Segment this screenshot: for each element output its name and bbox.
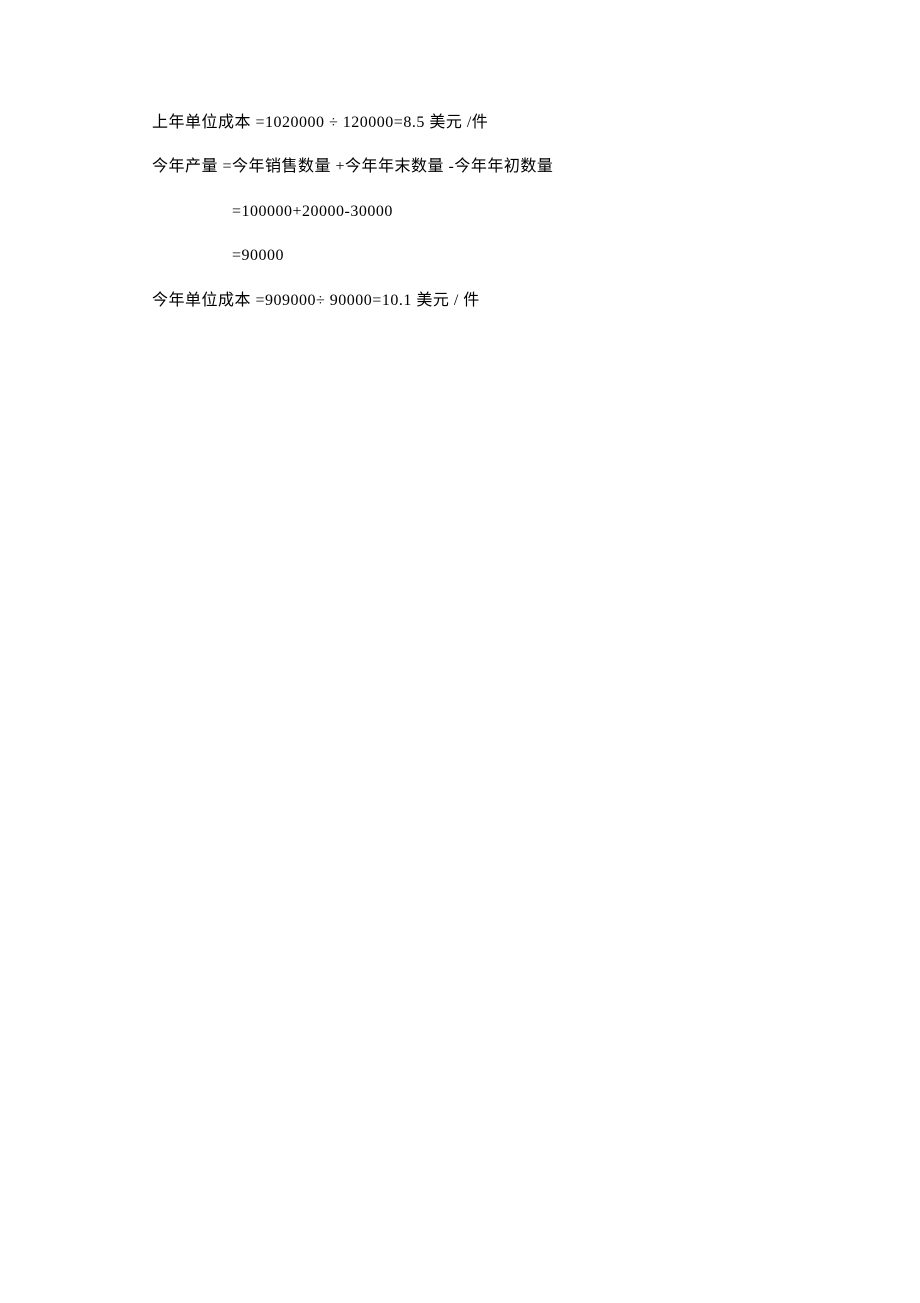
text-line-5: 今年单位成本 =909000÷ 90000=10.1 美元 / 件: [152, 290, 820, 312]
text-line-1: 上年单位成本 =1020000 ÷ 120000=8.5 美元 /件: [152, 112, 820, 134]
text-line-4: =90000: [152, 245, 820, 267]
document-page: 上年单位成本 =1020000 ÷ 120000=8.5 美元 /件 今年产量 …: [0, 0, 920, 312]
text-line-2: 今年产量 =今年销售数量 +今年年末数量 -今年年初数量: [152, 156, 820, 178]
text-line-3: =100000+20000-30000: [152, 201, 820, 223]
